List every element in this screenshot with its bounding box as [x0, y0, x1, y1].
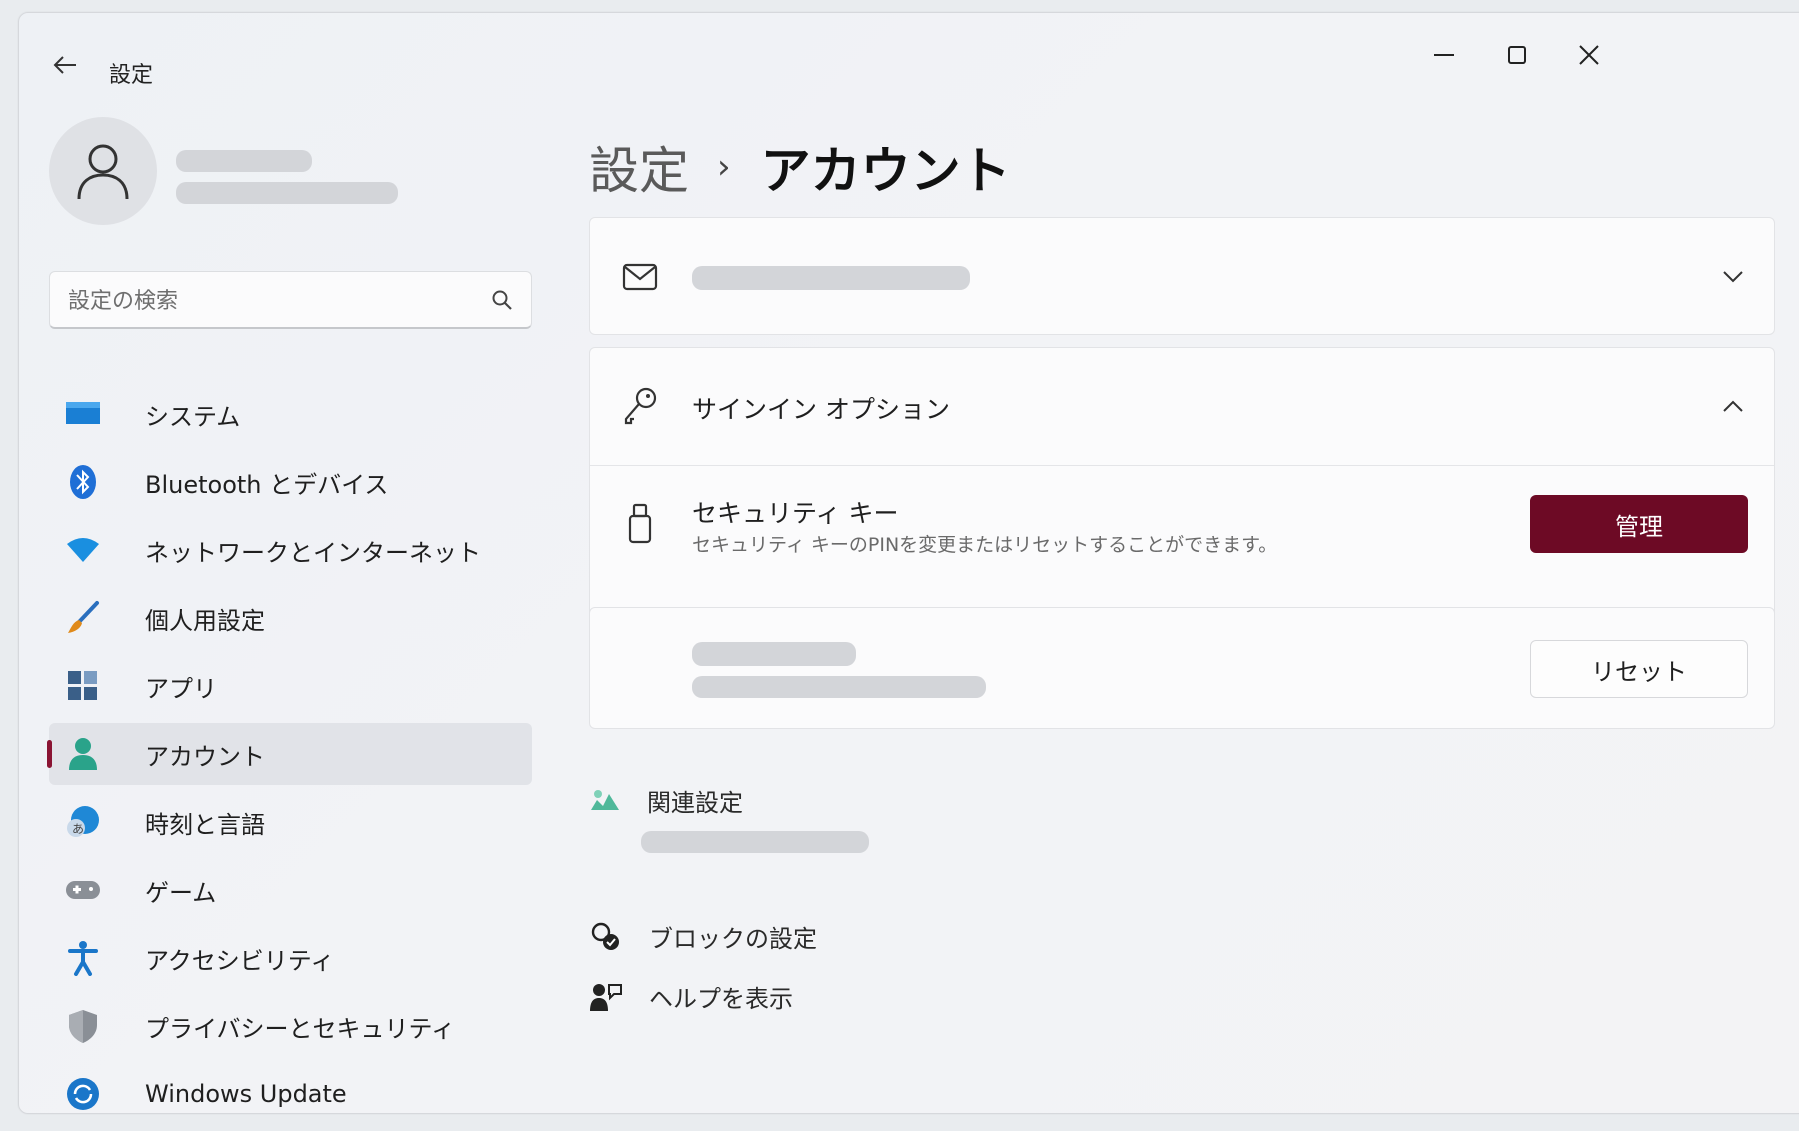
sidebar-item-personalization[interactable]: 個人用設定	[49, 587, 532, 649]
user-icon	[77, 144, 129, 200]
sidebar-item-label: アカウント	[145, 742, 265, 771]
sidebar-item-network[interactable]: ネットワークとインターネット	[49, 519, 532, 581]
help-icon	[590, 983, 622, 1011]
sidebar-item-label: 個人用設定	[145, 606, 265, 635]
windows-update-icon	[65, 1076, 101, 1112]
minimize-button[interactable]	[1414, 35, 1474, 75]
close-icon	[1579, 45, 1599, 65]
sidebar-nav: システム Bluetooth とデバイス ネットワークとインターネット 個人用設…	[47, 383, 532, 1131]
sidebar-item-label: アクセシビリティ	[145, 946, 335, 975]
back-button[interactable]	[45, 45, 85, 85]
security-key-row: セキュリティ キー セキュリティ キーのPINを変更またはリセットすることができ…	[590, 466, 1774, 583]
minimize-icon	[1434, 54, 1454, 56]
apps-icon	[65, 668, 101, 704]
brush-icon	[65, 600, 101, 636]
wifi-icon	[65, 532, 101, 568]
related-settings-icon	[591, 789, 619, 810]
system-icon	[65, 396, 101, 432]
profile-name-placeholder	[176, 150, 312, 172]
time-language-icon: あ	[65, 804, 101, 840]
settings-window: 設定 システム	[18, 12, 1799, 1114]
chevron-down-icon[interactable]	[1718, 262, 1748, 292]
sidebar-item-apps[interactable]: アプリ	[49, 655, 532, 717]
usb-key-icon	[618, 502, 662, 546]
related-settings-title: 関連設定	[647, 789, 743, 817]
manage-button[interactable]: 管理	[1530, 495, 1748, 553]
maximize-button[interactable]	[1487, 35, 1547, 75]
sidebar-item-bluetooth[interactable]: Bluetooth とデバイス	[49, 451, 532, 513]
sidebar-item-label: プライバシーとセキュリティ	[145, 1014, 456, 1043]
link-label: ブロックの設定	[649, 925, 817, 953]
back-arrow-icon	[53, 56, 76, 74]
sidebar-item-label: ネットワークとインターネット	[145, 538, 481, 567]
breadcrumb: 設定 › アカウント	[589, 131, 1011, 203]
reset-title-placeholder	[692, 642, 856, 666]
related-link-placeholder[interactable]	[641, 831, 869, 853]
svg-text:あ: あ	[72, 822, 84, 836]
link-help[interactable]: ヘルプを表示	[589, 979, 793, 1014]
email-placeholder	[692, 266, 970, 290]
signin-options-title: サインイン オプション	[692, 395, 950, 424]
avatar[interactable]	[49, 117, 157, 225]
sidebar-item-label: 時刻と言語	[145, 810, 265, 839]
breadcrumb-separator: ›	[717, 147, 731, 187]
security-key-title: セキュリティ キー	[692, 499, 899, 528]
reset-card: リセット	[589, 607, 1775, 729]
sidebar-item-time-language[interactable]: あ 時刻と言語	[49, 791, 532, 853]
link-block-settings[interactable]: ブロックの設定	[589, 919, 817, 954]
search-input[interactable]	[66, 284, 470, 318]
signin-options-header[interactable]: サインイン オプション	[590, 348, 1774, 466]
reset-desc-placeholder	[692, 676, 986, 698]
sidebar-item-gaming[interactable]: ゲーム	[49, 859, 532, 921]
account-icon	[65, 736, 101, 772]
bluetooth-icon	[65, 464, 101, 500]
sidebar-item-label: Bluetooth とデバイス	[145, 470, 389, 499]
app-title: 設定	[109, 63, 154, 88]
search-box	[49, 271, 532, 329]
sidebar-item-windows-update[interactable]: Windows Update	[49, 1063, 532, 1125]
sidebar-item-accessibility[interactable]: アクセシビリティ	[49, 927, 532, 989]
security-key-description: セキュリティ キーのPINを変更またはリセットすることができます。	[692, 534, 1278, 556]
accessibility-icon	[65, 940, 101, 976]
sidebar-item-label: Windows Update	[145, 1080, 347, 1108]
gamepad-icon	[65, 872, 101, 908]
sidebar-item-system[interactable]: システム	[49, 383, 532, 445]
key-icon	[618, 384, 662, 428]
related-settings-header: 関連設定	[589, 783, 743, 818]
page-title: アカウント	[760, 142, 1011, 200]
sidebar-item-label: ゲーム	[145, 878, 217, 907]
mail-icon	[618, 255, 662, 299]
email-card[interactable]	[589, 217, 1775, 335]
reset-button[interactable]: リセット	[1530, 640, 1748, 698]
block-settings-icon	[591, 922, 619, 950]
search-icon[interactable]	[491, 289, 513, 311]
shield-icon	[65, 1008, 101, 1044]
profile-email-placeholder	[176, 182, 398, 204]
maximize-icon	[1508, 46, 1526, 64]
chevron-up-icon[interactable]	[1718, 391, 1748, 421]
sidebar-item-label: システム	[145, 402, 241, 431]
sidebar-item-accounts[interactable]: アカウント	[47, 723, 532, 785]
close-button[interactable]	[1559, 35, 1619, 75]
breadcrumb-parent[interactable]: 設定	[589, 131, 689, 203]
sidebar-item-label: アプリ	[145, 674, 217, 703]
title-bar: 設定	[19, 13, 1799, 93]
link-label: ヘルプを表示	[649, 985, 793, 1013]
sidebar-item-privacy[interactable]: プライバシーとセキュリティ	[49, 995, 532, 1057]
